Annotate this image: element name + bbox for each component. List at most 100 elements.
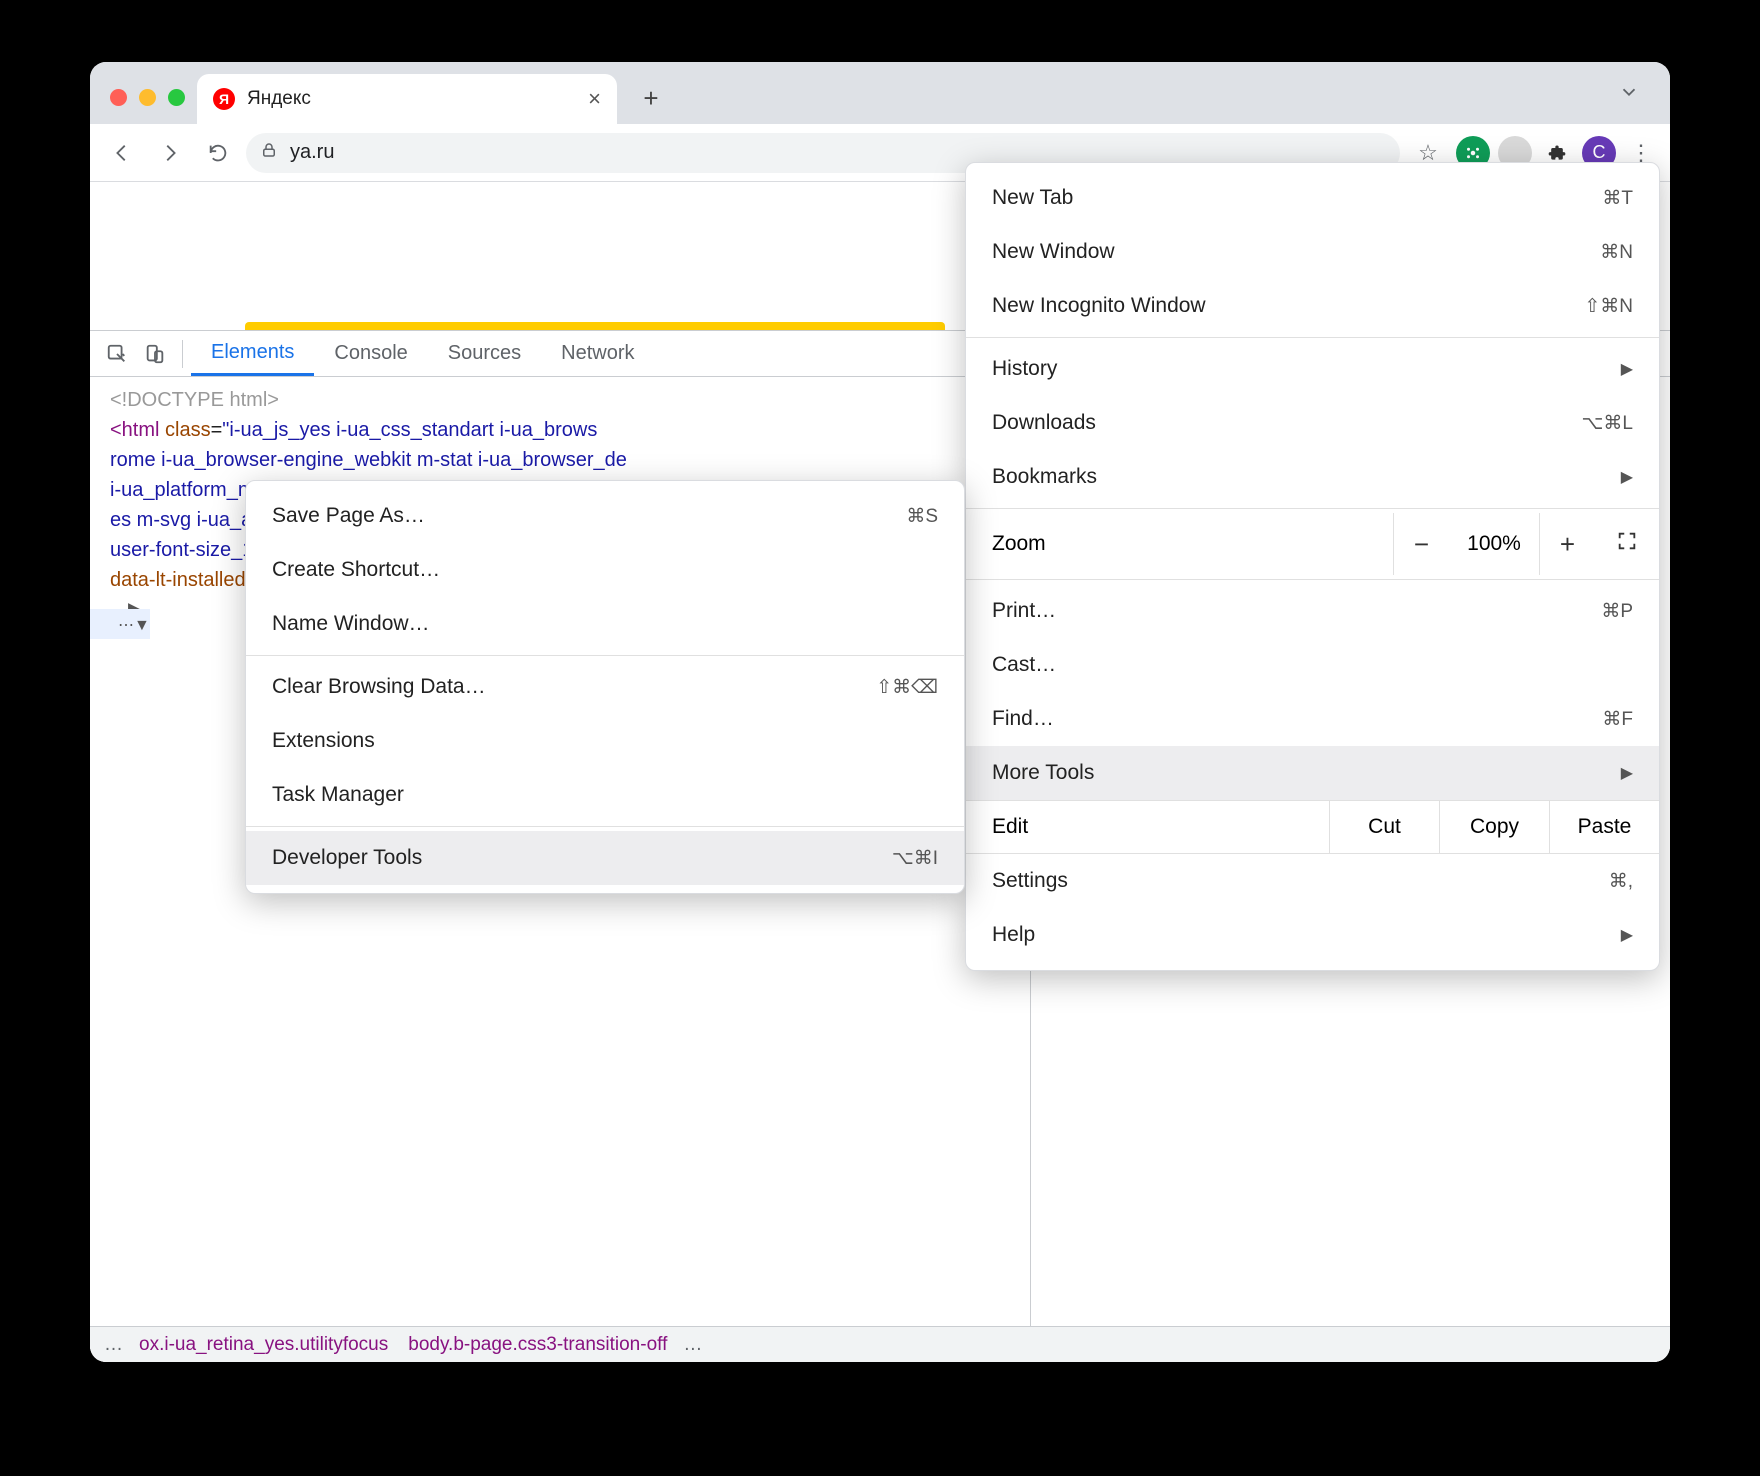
- devtools-tab-console[interactable]: Console: [314, 331, 427, 376]
- breadcrumb-item[interactable]: ox.i-ua_retina_yes.utilityfocus: [129, 1334, 398, 1356]
- menu-label: Print…: [992, 599, 1601, 623]
- zoom-value: 100%: [1449, 532, 1539, 556]
- inspect-element-icon[interactable]: [98, 335, 136, 373]
- menu-shortcut: ⌥⌘I: [892, 847, 938, 870]
- zoom-in-button[interactable]: +: [1539, 513, 1595, 575]
- menu-label: Help: [992, 923, 1621, 947]
- menu-settings[interactable]: Settings ⌘,: [966, 854, 1659, 908]
- menu-shortcut: ⇧⌘⌫: [876, 676, 938, 699]
- doctype-text: <!DOCTYPE html>: [110, 389, 279, 411]
- edit-cut-button[interactable]: Cut: [1329, 801, 1439, 853]
- close-window-button[interactable]: [110, 89, 127, 106]
- chrome-main-menu: New Tab ⌘T New Window ⌘N New Incognito W…: [965, 162, 1660, 971]
- collapse-marker-icon[interactable]: ⋯: [118, 611, 134, 641]
- devtools-tab-network[interactable]: Network: [541, 331, 654, 376]
- menu-more-tools[interactable]: More Tools ▶: [966, 746, 1659, 800]
- menu-new-tab[interactable]: New Tab ⌘T: [966, 171, 1659, 225]
- menu-shortcut: ⌘P: [1601, 600, 1633, 623]
- menu-label: History: [992, 357, 1621, 381]
- new-tab-button[interactable]: +: [631, 78, 671, 118]
- browser-tab[interactable]: Я Яндекс ×: [197, 74, 617, 124]
- html-tag: <html: [110, 419, 159, 441]
- tabs-dropdown-icon[interactable]: [1618, 81, 1658, 124]
- tab-title: Яндекс: [247, 88, 576, 110]
- menu-shortcut: ⌥⌘L: [1582, 412, 1633, 435]
- menu-cast[interactable]: Cast…: [966, 638, 1659, 692]
- submenu-save-page-as[interactable]: Save Page As… ⌘S: [246, 489, 964, 543]
- attr-value-line: rome i-ua_browser-engine_webkit m-stat i…: [110, 449, 627, 471]
- devtools-tab-elements[interactable]: Elements: [191, 331, 314, 376]
- chevron-down-icon[interactable]: ▼: [134, 611, 150, 641]
- menu-shortcut: ⌘T: [1602, 187, 1633, 210]
- chevron-right-icon: ▶: [1621, 359, 1633, 379]
- close-tab-icon[interactable]: ×: [588, 86, 601, 112]
- menu-label: Task Manager: [272, 783, 938, 807]
- menu-label: Name Window…: [272, 612, 938, 636]
- menu-separator: [966, 579, 1659, 580]
- menu-downloads[interactable]: Downloads ⌥⌘L: [966, 396, 1659, 450]
- window-controls: [102, 89, 197, 124]
- menu-separator: [246, 826, 964, 827]
- submenu-clear-browsing-data[interactable]: Clear Browsing Data… ⇧⌘⌫: [246, 660, 964, 714]
- fullscreen-button[interactable]: [1595, 530, 1659, 558]
- minimize-window-button[interactable]: [139, 89, 156, 106]
- menu-label: Clear Browsing Data…: [272, 675, 876, 699]
- dom-breadcrumb: … ox.i-ua_retina_yes.utilityfocus body.b…: [90, 1326, 1670, 1362]
- chevron-right-icon: ▶: [1621, 763, 1633, 783]
- menu-label: New Tab: [992, 186, 1602, 210]
- menu-edit-row: Edit Cut Copy Paste: [966, 800, 1659, 854]
- edit-paste-button[interactable]: Paste: [1549, 801, 1659, 853]
- menu-shortcut: ⌘S: [906, 505, 938, 528]
- breadcrumb-ellipsis[interactable]: …: [677, 1334, 708, 1356]
- lock-icon: [260, 141, 278, 164]
- menu-separator: [246, 655, 964, 656]
- menu-label: Bookmarks: [992, 465, 1621, 489]
- menu-new-incognito[interactable]: New Incognito Window ⇧⌘N: [966, 279, 1659, 333]
- url-text: ya.ru: [290, 141, 334, 164]
- devtools-tab-sources[interactable]: Sources: [428, 331, 541, 376]
- menu-separator: [966, 337, 1659, 338]
- device-toggle-icon[interactable]: [136, 335, 174, 373]
- submenu-create-shortcut[interactable]: Create Shortcut…: [246, 543, 964, 597]
- breadcrumb-ellipsis[interactable]: …: [98, 1334, 129, 1356]
- menu-print[interactable]: Print… ⌘P: [966, 584, 1659, 638]
- attr-value: i-ua_js_yes i-ua_css_standart i-ua_brows: [229, 419, 597, 441]
- reload-button[interactable]: [198, 133, 238, 173]
- maximize-window-button[interactable]: [168, 89, 185, 106]
- attr-name: data-lt-installed: [110, 569, 246, 591]
- menu-label: More Tools: [992, 761, 1621, 785]
- breadcrumb-item[interactable]: body.b-page.css3-transition-off: [398, 1334, 677, 1356]
- menu-new-window[interactable]: New Window ⌘N: [966, 225, 1659, 279]
- menu-label: New Window: [992, 240, 1600, 264]
- menu-label: Settings: [992, 869, 1609, 893]
- menu-label: Save Page As…: [272, 504, 906, 528]
- menu-label: Zoom: [966, 532, 1393, 556]
- menu-label: Developer Tools: [272, 846, 892, 870]
- menu-shortcut: ⌘,: [1609, 870, 1633, 893]
- edit-copy-button[interactable]: Copy: [1439, 801, 1549, 853]
- menu-label: Create Shortcut…: [272, 558, 938, 582]
- menu-shortcut: ⌘F: [1602, 708, 1633, 731]
- menu-label: Edit: [966, 801, 1329, 853]
- menu-help[interactable]: Help ▶: [966, 908, 1659, 962]
- menu-find[interactable]: Find… ⌘F: [966, 692, 1659, 746]
- menu-separator: [966, 508, 1659, 509]
- more-tools-submenu: Save Page As… ⌘S Create Shortcut… Name W…: [245, 480, 965, 894]
- submenu-developer-tools[interactable]: Developer Tools ⌥⌘I: [246, 831, 964, 885]
- chevron-right-icon: ▶: [1621, 925, 1633, 945]
- menu-zoom-row: Zoom − 100% +: [966, 513, 1659, 575]
- zoom-out-button[interactable]: −: [1393, 513, 1449, 575]
- back-button[interactable]: [102, 133, 142, 173]
- menu-history[interactable]: History ▶: [966, 342, 1659, 396]
- menu-bookmarks[interactable]: Bookmarks ▶: [966, 450, 1659, 504]
- menu-shortcut: ⇧⌘N: [1584, 295, 1633, 318]
- forward-button[interactable]: [150, 133, 190, 173]
- menu-shortcut: ⌘N: [1600, 241, 1633, 264]
- menu-label: New Incognito Window: [992, 294, 1584, 318]
- submenu-extensions[interactable]: Extensions: [246, 714, 964, 768]
- favicon-icon: Я: [213, 88, 235, 110]
- submenu-name-window[interactable]: Name Window…: [246, 597, 964, 651]
- menu-label: Cast…: [992, 653, 1633, 677]
- submenu-task-manager[interactable]: Task Manager: [246, 768, 964, 822]
- tab-bar: Я Яндекс × +: [90, 62, 1670, 124]
